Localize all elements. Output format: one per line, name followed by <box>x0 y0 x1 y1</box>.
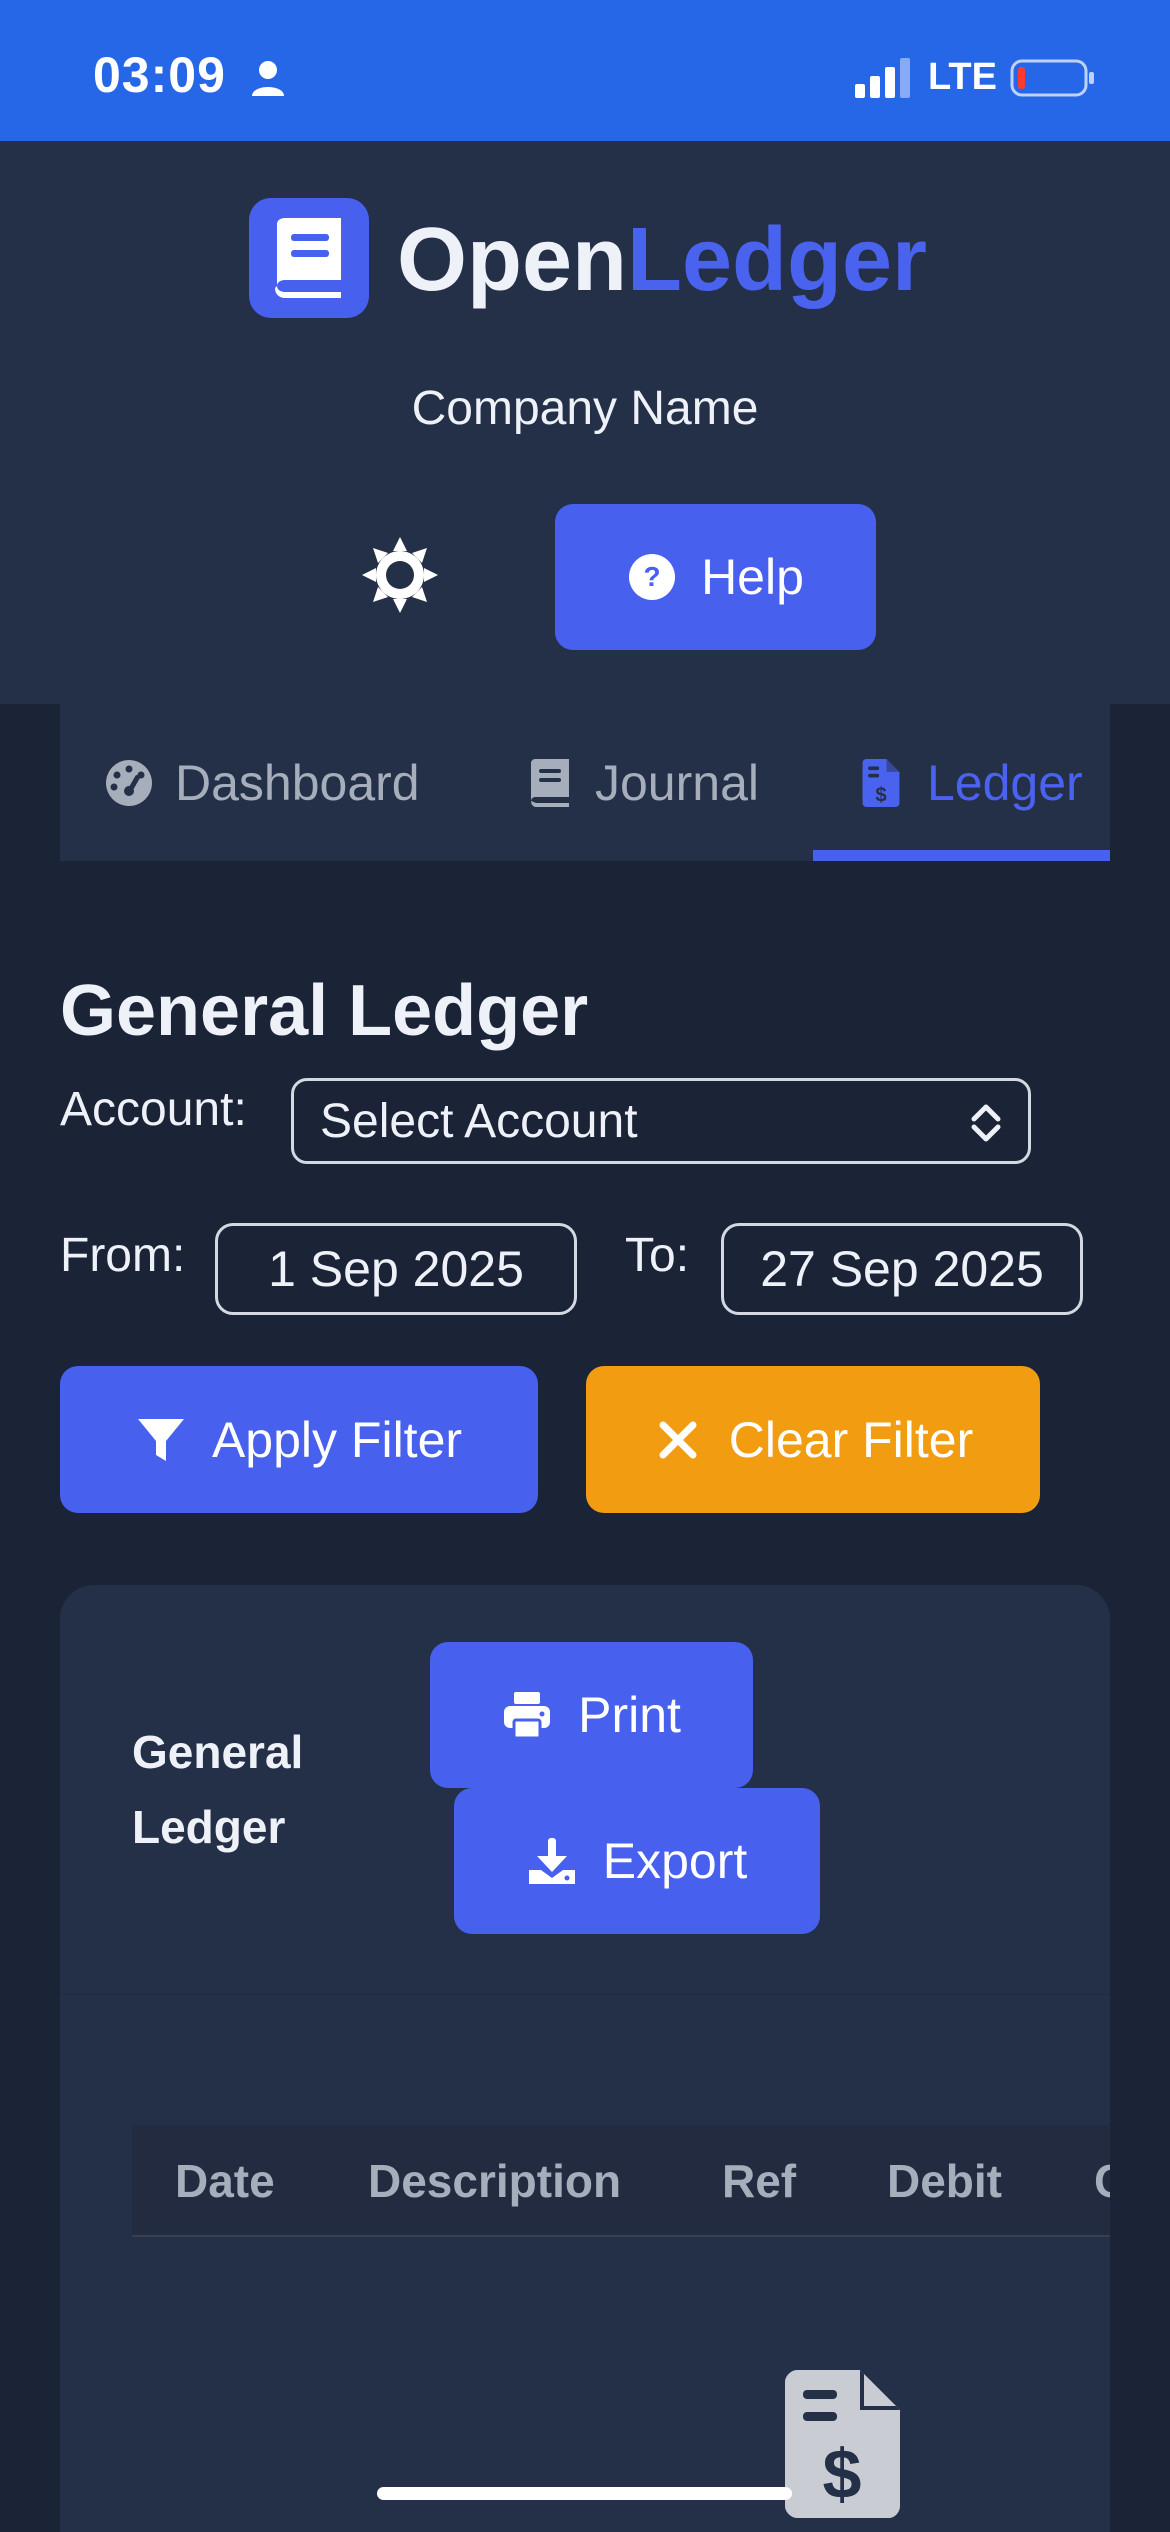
export-button[interactable]: Export <box>454 1788 820 1934</box>
clear-filter-button[interactable]: Clear Filter <box>586 1366 1040 1513</box>
brand-part-ledger: Ledger <box>627 210 928 310</box>
tab-dashboard[interactable]: Dashboard <box>105 704 420 861</box>
filter-icon <box>137 1418 184 1461</box>
to-label: To: <box>625 1229 690 1282</box>
journal-book-icon <box>531 758 569 807</box>
status-bar: 03:09 LTE <box>0 0 1170 141</box>
print-button[interactable]: Print <box>430 1642 753 1788</box>
account-select[interactable]: Select Account <box>291 1078 1031 1164</box>
battery-icon <box>1010 59 1094 97</box>
network-type: LTE <box>928 56 997 98</box>
from-date-input[interactable]: 1 Sep 2025 <box>215 1223 577 1315</box>
apply-filter-label: Apply Filter <box>211 1411 463 1468</box>
table-header: Date Description Ref Debit Credit <box>132 2125 1110 2237</box>
download-icon <box>528 1838 575 1884</box>
account-label: Account: <box>60 1083 247 1136</box>
account-select-value: Select Account <box>320 1094 638 1148</box>
help-button[interactable]: ? Help <box>555 504 876 650</box>
card-title: General Ledger <box>132 1726 304 1853</box>
page-title: General Ledger <box>60 971 589 1051</box>
apply-filter-button[interactable]: Apply Filter <box>60 1366 538 1513</box>
signal-icon <box>855 58 910 98</box>
tab-journal[interactable]: Journal <box>525 704 759 861</box>
person-icon <box>252 61 284 96</box>
svg-text:$: $ <box>823 2435 862 2513</box>
gear-icon[interactable] <box>360 535 440 615</box>
brand-name: OpenLedger <box>397 205 927 315</box>
close-icon <box>659 1421 697 1458</box>
svg-text:?: ? <box>644 561 661 592</box>
book-icon <box>275 218 341 298</box>
main-nav: Dashboard Journal $ Ledger <box>60 704 1110 861</box>
column-header-ref[interactable]: Ref <box>722 2125 796 2237</box>
dashboard-gauge-icon <box>106 759 152 806</box>
card-divider <box>60 1993 1110 1995</box>
export-label: Export <box>602 1833 748 1889</box>
logo <box>249 198 369 318</box>
tab-dashboard-label: Dashboard <box>175 754 420 811</box>
svg-text:$: $ <box>875 784 886 806</box>
status-time: 03:09 <box>93 47 226 103</box>
print-label: Print <box>578 1687 681 1743</box>
empty-invoice-icon: $ <box>785 2370 900 2518</box>
app-header: OpenLedger Company Name ? Help <box>0 141 1170 704</box>
printer-icon <box>504 1692 551 1740</box>
column-header-date[interactable]: Date <box>175 2125 275 2237</box>
tab-ledger[interactable]: $ Ledger <box>857 704 1083 861</box>
home-indicator[interactable] <box>377 2487 792 2500</box>
column-header-description[interactable]: Description <box>368 2125 621 2237</box>
column-header-credit[interactable]: Credit <box>1094 2125 1110 2237</box>
column-header-debit[interactable]: Debit <box>887 2125 1002 2237</box>
company-name: Company Name <box>411 382 759 435</box>
tab-journal-label: Journal <box>595 754 759 811</box>
clear-filter-label: Clear Filter <box>728 1411 974 1468</box>
ledger-invoice-icon: $ <box>862 758 900 807</box>
active-tab-indicator <box>813 850 1110 861</box>
to-date-input[interactable]: 27 Sep 2025 <box>721 1223 1083 1315</box>
ledger-card: General Ledger Print Export Date Descrip… <box>60 1585 1110 2532</box>
from-label: From: <box>60 1229 186 1282</box>
tab-ledger-label: Ledger <box>927 754 1083 811</box>
help-circle-icon: ? <box>629 554 676 600</box>
brand-part-open: Open <box>397 210 628 310</box>
chevron-updown-icon <box>971 1104 1001 1142</box>
help-label: Help <box>701 549 804 605</box>
